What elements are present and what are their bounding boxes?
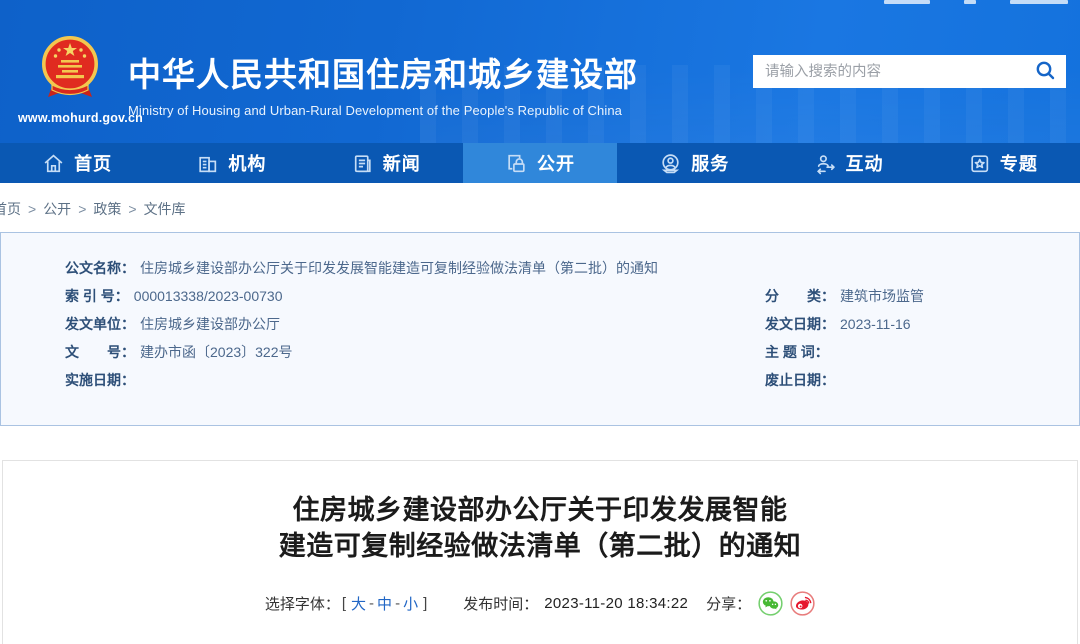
document-title: 住房城乡建设部办公厅关于印发发展智能 建造可复制经验做法清单（第二批）的通知 (3, 492, 1077, 564)
nav-label: 机构 (228, 154, 267, 174)
doc-category-row: 分 类： 建筑市场监管 (765, 288, 924, 304)
nav-label: 互动 (845, 154, 884, 174)
doc-issuer-row: 发文单位： 住房城乡建设部办公厅 (65, 316, 280, 332)
service-icon (659, 152, 682, 175)
breadcrumb: 首页 > 公开 > 政策 > 文件库 (0, 183, 1080, 232)
site-url: www.mohurd.gov.cn (18, 111, 143, 125)
doc-number-row: 文 号： 建办市函〔2023〕322号 (65, 344, 293, 360)
nav-label: 服务 (691, 154, 730, 174)
breadcrumb-home[interactable]: 首页 (0, 201, 21, 217)
interaction-icon (814, 152, 837, 175)
breadcrumb-separator: > (78, 201, 87, 217)
font-size-small-link[interactable]: 小 (403, 593, 418, 614)
nav-label: 新闻 (382, 154, 421, 174)
font-size-medium-link[interactable]: 中 (377, 593, 392, 614)
nav-item-disclosure[interactable]: 公开 (462, 143, 618, 183)
font-selector-close-bracket: ] (423, 595, 428, 612)
site-title: 中华人民共和国住房和城乡建设部 (128, 56, 638, 93)
site-header: www.mohurd.gov.cn 中华人民共和国住房和城乡建设部 Minist… (0, 0, 1080, 143)
topics-icon (968, 152, 991, 175)
doc-keywords-row: 主 题 词： (765, 344, 829, 360)
doc-effective-date-row: 实施日期： (65, 372, 135, 388)
doc-name-label: 公文名称： (65, 260, 135, 276)
breadcrumb-separator: > (128, 201, 137, 217)
disclosure-icon (505, 152, 528, 175)
page-root: www.mohurd.gov.cn 中华人民共和国住房和城乡建设部 Minist… (0, 0, 1080, 644)
breadcrumb-disclosure[interactable]: 公开 (43, 201, 71, 217)
nav-item-organization[interactable]: 机构 (154, 143, 308, 183)
breadcrumb-separator: > (28, 201, 37, 217)
document-title-line2: 建造可复制经验做法清单（第二批）的通知 (278, 531, 802, 561)
nav-label: 公开 (536, 154, 575, 174)
search-box (753, 55, 1066, 88)
document-title-line1: 住房城乡建设部办公厅关于印发发展智能 (292, 495, 788, 525)
weibo-share-icon[interactable] (790, 591, 815, 616)
nav-item-interaction[interactable]: 互动 (771, 143, 925, 183)
font-size-large-link[interactable]: 大 (351, 593, 366, 614)
top-links-clipped (884, 0, 1068, 4)
font-selector-label: 选择字体： (264, 596, 340, 613)
wechat-share-icon[interactable] (758, 591, 783, 616)
article-meta-row: 选择字体： [ 大 - 中 - 小 ] 发布时间： 2023-11-20 18:… (3, 591, 1077, 616)
publish-time-value: 2023-11-20 18:34:22 (544, 595, 689, 612)
doc-name-value: 住房城乡建设部办公厅关于印发发展智能建造可复制经验做法清单（第二批）的通知 (140, 260, 658, 276)
site-title-en: Ministry of Housing and Urban-Rural Deve… (128, 103, 622, 118)
nav-item-service[interactable]: 服务 (617, 143, 771, 183)
search-button[interactable] (1024, 55, 1066, 88)
nav-item-topics[interactable]: 专题 (926, 143, 1080, 183)
national-emblem-logo[interactable] (39, 35, 101, 106)
publish-time-label: 发布时间： (463, 596, 539, 613)
home-icon (42, 152, 65, 175)
nav-item-news[interactable]: 新闻 (309, 143, 463, 183)
doc-repeal-date-row: 废止日期： (765, 372, 835, 388)
share-label: 分享： (706, 596, 752, 613)
breadcrumb-library[interactable]: 文件库 (144, 201, 186, 217)
doc-name-row: 公文名称： 住房城乡建设部办公厅关于印发发展智能建造可复制经验做法清单（第二批）的… (65, 258, 658, 279)
main-nav: 首页 机构 新闻 公开 服务 互动 专题 (0, 143, 1080, 183)
nav-label: 专题 (999, 154, 1038, 174)
news-icon (351, 152, 374, 175)
search-icon (1035, 60, 1056, 84)
doc-issue-date-row: 发文日期： 2023-11-16 (765, 316, 911, 332)
organization-icon (196, 152, 219, 175)
doc-index-row: 索 引 号： 000013338/2023-00730 (65, 288, 283, 304)
nav-item-home[interactable]: 首页 (0, 143, 154, 183)
nav-label: 首页 (74, 154, 113, 174)
breadcrumb-policy[interactable]: 政策 (93, 201, 121, 217)
article-panel: 住房城乡建设部办公厅关于印发发展智能 建造可复制经验做法清单（第二批）的通知 选… (2, 460, 1078, 644)
search-input[interactable] (753, 55, 1024, 88)
font-selector-open-bracket: [ (341, 595, 347, 612)
doc-info-panel: 公文名称： 住房城乡建设部办公厅关于印发发展智能建造可复制经验做法清单（第二批）的… (0, 232, 1080, 426)
